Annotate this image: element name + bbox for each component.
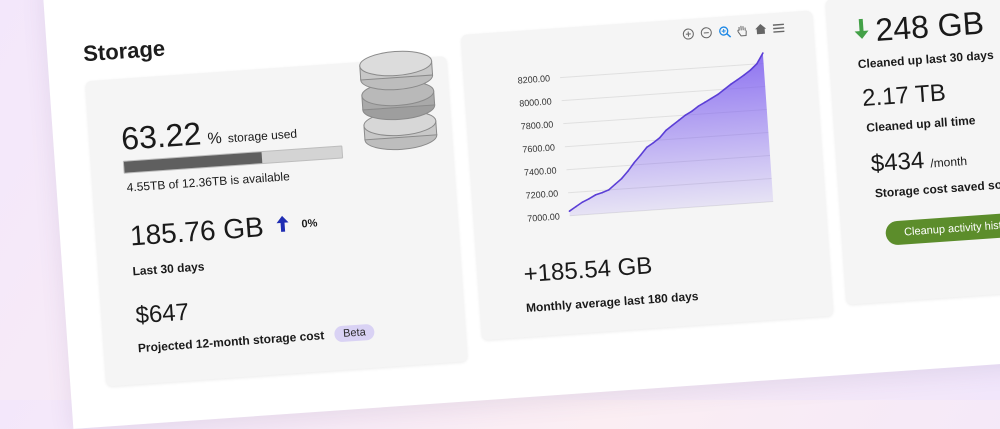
recent-usage-change: 0% xyxy=(301,217,318,231)
storage-availability: 4.55TB of 12.36TB is available xyxy=(126,169,291,195)
cleanup-history-button[interactable]: Cleanup activity history xyxy=(884,211,1000,246)
zoom-select-icon[interactable] xyxy=(717,24,732,39)
y-tick-label: 7800.00 xyxy=(521,119,554,131)
cleanup-last30: 248 GB xyxy=(852,4,985,50)
beta-badge: Beta xyxy=(333,323,376,343)
recent-usage: 185.76 GB 0% xyxy=(129,207,319,252)
storage-trend-chart: 8200.00 8000.00 7800.00 7600.00 7400.00 7200.… xyxy=(463,36,827,250)
cleanup-alltime-label: Cleaned up all time xyxy=(865,113,976,135)
cost-saved-unit: /month xyxy=(929,153,968,171)
chart-svg: 8200.00 8000.00 7800.00 7600.00 7400.00 7200.… xyxy=(517,52,774,224)
cost-saved-label: Storage cost saved so far xyxy=(874,176,1000,201)
projected-cost: Projected 12-month storage cost Beta xyxy=(137,323,376,357)
zoom-in-icon[interactable] xyxy=(681,27,696,42)
trend-summary-label: Monthly average last 180 days xyxy=(525,288,699,316)
trend-summary-value: +185.54 GB xyxy=(522,252,654,289)
storage-percent-label: storage used xyxy=(227,126,298,146)
storage-trend-card: 8200.00 8000.00 7800.00 7600.00 7400.00 7200.… xyxy=(460,10,834,341)
recent-usage-value: 185.76 GB xyxy=(128,211,265,252)
y-tick-label: 7000.00 xyxy=(527,211,560,223)
y-tick-label: 8000.00 xyxy=(519,96,552,108)
recent-usage-label: Last 30 days xyxy=(132,259,205,279)
storage-percent-value: 63.22 xyxy=(120,115,203,157)
menu-icon[interactable] xyxy=(771,20,786,35)
arrow-down-icon xyxy=(853,17,871,45)
cleanup-alltime-value: 2.17 TB xyxy=(861,79,947,113)
cost-saved: $434 /month xyxy=(870,144,968,179)
zoom-out-icon[interactable] xyxy=(699,25,714,40)
arrow-up-icon xyxy=(275,214,291,238)
y-tick-label: 7600.00 xyxy=(522,142,555,154)
home-icon[interactable] xyxy=(753,22,768,37)
cost-saved-value: $434 xyxy=(869,146,926,178)
chart-gridline xyxy=(560,62,764,79)
database-icon xyxy=(356,47,441,162)
storage-panel: Storage 63.22 % storage used 4.55TB of 1… xyxy=(42,0,1000,429)
page-title: Storage xyxy=(82,35,166,67)
pan-hand-icon[interactable] xyxy=(735,23,750,38)
cleanup-card: 248 GB Cleaned up last 30 days 2.17 TB C… xyxy=(825,0,1000,305)
storage-usage-card: 63.22 % storage used 4.55TB of 12.36TB i… xyxy=(85,50,468,387)
y-tick-label: 7200.00 xyxy=(525,188,558,200)
projected-cost-value: $647 xyxy=(134,298,190,330)
storage-percent-symbol: % xyxy=(207,129,223,148)
projected-cost-label: Projected 12-month storage cost xyxy=(137,328,325,356)
y-tick-label: 7400.00 xyxy=(524,165,557,177)
y-tick-label: 8200.00 xyxy=(517,73,550,85)
cleanup-last30-label: Cleaned up last 30 days xyxy=(857,47,995,72)
cleanup-last30-value: 248 GB xyxy=(874,4,986,48)
